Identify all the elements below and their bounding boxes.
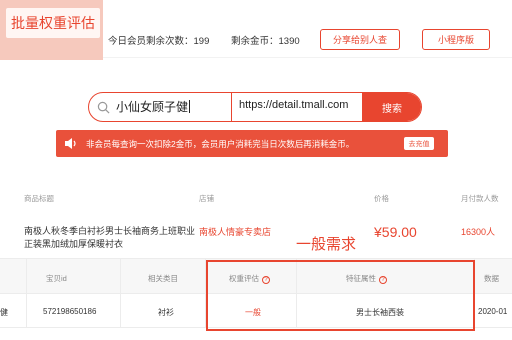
notice-text: 非会员每查询一次扣除2金币，会员用户消耗完当日次数后再消耗金币。 — [86, 139, 355, 149]
text-caret — [189, 100, 191, 113]
header-monthly-buyers: 月付款人数 — [461, 194, 499, 203]
column-divider — [120, 258, 121, 328]
monthly-buyers: 16300人 — [461, 227, 496, 237]
url-input[interactable]: https://detail.tmall.com — [239, 99, 359, 111]
product-title[interactable]: 南极人秋冬季白衬衫男士长袖商务上班职业正装黑加绒加厚保暖衬衣 — [24, 225, 196, 251]
header-product-title: 商品标题 — [24, 194, 54, 203]
search-bar: 小仙女顾子健 https://detail.tmall.com 搜索 — [88, 92, 422, 122]
members-remaining-text: 今日会员剩余次数：199 — [108, 36, 210, 47]
keyword-value: 小仙女顾子健 — [116, 100, 189, 114]
recharge-button[interactable]: 去充值 — [404, 137, 434, 150]
coins-remaining-text: 剩余金币：1390 — [231, 36, 300, 47]
header-shop: 店铺 — [199, 194, 214, 203]
shop-name[interactable]: 南极人情豪专卖店 — [199, 225, 271, 238]
batch-weight-eval-button[interactable]: 批量权重评估 — [6, 8, 100, 38]
cell-truncated: 健 — [0, 308, 8, 317]
column-divider — [26, 258, 27, 328]
highlight-box — [206, 260, 475, 331]
keyword-input[interactable]: 小仙女顾子健 — [116, 98, 191, 116]
share-button[interactable]: 分享给别人查 — [320, 29, 400, 50]
handwritten-annotation: 一般需求 — [296, 235, 357, 253]
notice-banner: 非会员每查询一次扣除2金币，会员用户消耗完当日次数后再消耗金币。 去充值 — [56, 130, 448, 157]
search-icon — [97, 101, 110, 114]
speaker-icon — [65, 138, 76, 149]
th-data: 数据 — [484, 274, 499, 283]
search-button[interactable]: 搜索 — [362, 93, 421, 121]
th-category: 相关类目 — [148, 274, 178, 283]
cell-category: 衬衫 — [158, 308, 174, 317]
product-price: ¥59.00 — [374, 224, 417, 240]
mini-program-button[interactable]: 小程序版 — [422, 29, 490, 50]
top-bar: 批量权重评估 今日会员剩余次数：199 剩余金币：1390 分享给别人查 小程序… — [0, 0, 512, 60]
cell-date: 2020-01 — [478, 307, 508, 316]
header-price: 价格 — [374, 194, 389, 203]
th-item-id: 宝贝id — [46, 274, 67, 283]
search-divider — [231, 93, 232, 121]
cell-item-id: 572198650186 — [43, 307, 97, 316]
